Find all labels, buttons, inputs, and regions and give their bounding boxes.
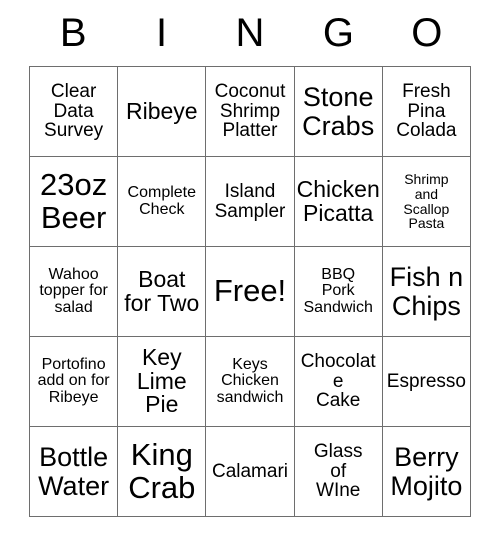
bingo-cell-r4c4[interactable]: Chocolate Cake <box>294 337 383 427</box>
bingo-cell-label: Key Lime Pie <box>136 343 187 418</box>
bingo-cell-r5c1[interactable]: Bottle Water <box>30 427 119 517</box>
bingo-cell-label: Keys Chicken sandwich <box>216 355 284 406</box>
bingo-cell-label: Chocolate Cake <box>300 350 376 412</box>
bingo-cell-label: Bottle Water <box>38 442 110 501</box>
bingo-cell-label: BBQ Pork Sandwich <box>303 265 373 316</box>
bingo-header: B I N G O <box>29 0 471 66</box>
bingo-cell-r2c3[interactable]: Island Sampler <box>206 157 295 247</box>
bingo-cell-label: Portofino add on for Ribeye <box>37 355 110 406</box>
header-letter-n: N <box>235 11 265 55</box>
bingo-cell-r3c5[interactable]: Fish n Chips <box>382 247 471 337</box>
bingo-cell-r2c4[interactable]: Chicken Picatta <box>294 157 383 247</box>
bingo-cell-r2c5[interactable]: Shrimp and Scallop Pasta <box>382 157 471 247</box>
bingo-card: B I N G O Clear Data Survey Ribeye Coconut… <box>29 0 471 517</box>
header-letter-o: O <box>411 11 443 55</box>
bingo-cell-label: Calamari <box>211 460 288 482</box>
bingo-cell-r3c2[interactable]: Boat for Two <box>118 247 207 337</box>
bingo-cell-r2c1[interactable]: 23oz Beer <box>30 157 119 247</box>
bingo-cell-r3c1[interactable]: Wahoo topper for salad <box>30 247 119 337</box>
bingo-cell-r1c2[interactable]: Ribeye <box>118 67 207 157</box>
bingo-cell-r5c5[interactable]: Berry Mojito <box>382 427 471 517</box>
bingo-cell-r4c3[interactable]: Keys Chicken sandwich <box>206 337 295 427</box>
bingo-cell-r5c4[interactable]: Glass of WIne <box>294 427 383 517</box>
bingo-cell-label: Shrimp and Scallop Pasta <box>403 171 450 232</box>
bingo-cell-label: 23oz Beer <box>39 167 108 235</box>
bingo-cell-label: Complete Check <box>127 183 197 218</box>
bingo-grid: Clear Data Survey Ribeye Coconut Shrimp Pl… <box>29 66 471 517</box>
bingo-cell-r3c3[interactable]: Free! <box>206 247 295 337</box>
bingo-cell-label: Boat for Two <box>124 265 200 316</box>
bingo-cell-r5c3[interactable]: Calamari <box>206 427 295 517</box>
bingo-cell-r1c1[interactable]: Clear Data Survey <box>30 67 119 157</box>
bingo-cell-label: Coconut Shrimp Platter <box>214 80 286 142</box>
bingo-cell-r1c5[interactable]: Fresh Pina Colada <box>382 67 471 157</box>
header-letter-i: I <box>156 11 168 55</box>
bingo-cell-label: King Crab <box>128 437 196 505</box>
bingo-cell-r1c3[interactable]: Coconut Shrimp Platter <box>206 67 295 157</box>
bingo-cell-label: Island Sampler <box>214 180 286 222</box>
bingo-cell-r4c2[interactable]: Key Lime Pie <box>118 337 207 427</box>
bingo-cell-r1c4[interactable]: Stone Crabs <box>294 67 383 157</box>
bingo-cell-r5c2[interactable]: King Crab <box>118 427 207 517</box>
bingo-cell-label: Wahoo topper for salad <box>39 265 108 316</box>
bingo-cell-r4c1[interactable]: Portofino add on for Ribeye <box>30 337 119 427</box>
bingo-cell-r4c5[interactable]: Espresso <box>382 337 471 427</box>
bingo-cell-label: Stone Crabs <box>302 82 375 141</box>
bingo-cell-label: Ribeye <box>125 97 198 124</box>
bingo-cell-label: Clear Data Survey <box>44 80 104 142</box>
bingo-cell-label: Glass of WIne <box>313 440 363 502</box>
bingo-cell-r3c4[interactable]: BBQ Pork Sandwich <box>294 247 383 337</box>
header-letter-g: G <box>322 11 354 55</box>
bingo-cell-label: Fresh Pina Colada <box>396 80 457 142</box>
bingo-cell-label: Fish n Chips <box>389 262 464 321</box>
header-letter-b: B <box>59 11 87 55</box>
bingo-cell-label: Berry Mojito <box>390 442 463 501</box>
bingo-cell-label: Free! <box>213 273 287 309</box>
bingo-cell-label: Espresso <box>386 370 466 392</box>
bingo-cell-label: Chicken Picatta <box>296 175 380 226</box>
bingo-cell-r2c2[interactable]: Complete Check <box>118 157 207 247</box>
